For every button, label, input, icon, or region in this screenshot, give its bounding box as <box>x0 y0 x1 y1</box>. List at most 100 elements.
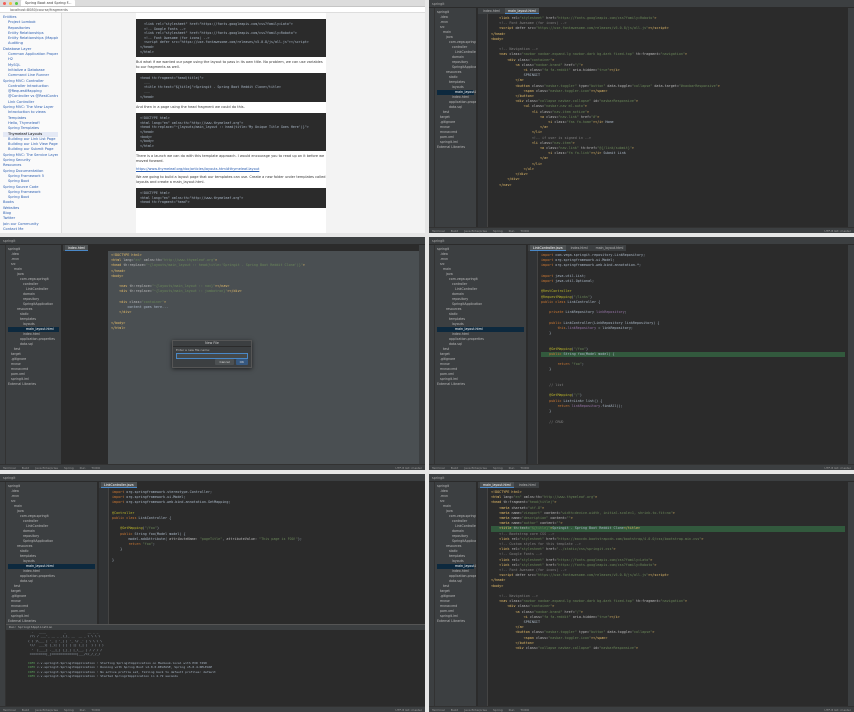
run-console[interactable]: Run: SpringitApplication . ____ _ __ _ _… <box>6 624 425 706</box>
project-name[interactable]: springit <box>432 2 444 6</box>
code-editor[interactable]: <link rel="stylesheet" href="https://fon… <box>488 14 848 227</box>
status-encoding[interactable]: UTF-8 Git: master <box>395 708 422 712</box>
console-header: Run: SpringitApplication <box>6 625 425 630</box>
ide-toolbar: springit <box>429 237 854 245</box>
minimize-window-icon[interactable] <box>9 1 12 5</box>
status-tool-button[interactable]: Java Enterprise <box>464 708 487 712</box>
ide-window-run: springit springit .idea .mvn src main java com… <box>0 474 425 712</box>
tree-item[interactable]: External Libraries <box>437 145 474 150</box>
status-tool-button[interactable]: Java Enterprise <box>464 229 487 233</box>
project-tree: springit .idea .mvn src main java com.vega.spr… <box>435 245 527 464</box>
cancel-button[interactable]: Cancel <box>215 359 234 365</box>
project-tree: springit .idea .mvn src main java com.vega.spr… <box>6 482 98 624</box>
status-bar: Terminal Build Java Enterprise Spring Run TOD… <box>0 464 425 470</box>
close-window-icon[interactable] <box>3 1 6 5</box>
status-tool-button[interactable]: TODO <box>91 708 100 712</box>
status-tool-button[interactable]: Run <box>80 466 86 470</box>
ok-button[interactable]: OK <box>235 359 248 365</box>
status-tool-button[interactable]: TODO <box>520 708 529 712</box>
code-editor[interactable]: import com.vega.springit.repository.Link… <box>538 251 848 464</box>
code-editor[interactable]: import org.springframework.stereotype.Co… <box>109 488 419 624</box>
status-tool-button[interactable]: Terminal <box>3 466 16 470</box>
browser-tab[interactable]: Spring Boot and Spring F... <box>21 0 76 6</box>
ide-window-layout-head: springit springit .idea .mvn src main java com… <box>429 474 854 712</box>
status-tool-button[interactable]: Spring <box>493 708 503 712</box>
status-tool-button[interactable]: Spring <box>64 466 74 470</box>
status-tool-button[interactable]: Java Enterprise <box>464 466 487 470</box>
tab-index-html[interactable]: index.html <box>65 245 88 251</box>
article-paragraph: We are going to build a layout page that… <box>136 175 326 185</box>
ide-toolbar: springit <box>0 474 425 482</box>
project-name[interactable]: springit <box>432 239 444 243</box>
status-tool-button[interactable]: Build <box>22 466 30 470</box>
ide-toolbar: springit <box>429 474 854 482</box>
right-tool-stripe <box>848 482 854 706</box>
code-block: <head th:fragment="head(title)"> ... <ti… <box>136 73 326 103</box>
article-paragraph: And then in a page using the head fragme… <box>136 105 245 110</box>
status-tool-button[interactable]: Spring <box>493 466 503 470</box>
status-tool-button[interactable]: Java Enterprise <box>35 708 58 712</box>
status-tool-button[interactable]: Run <box>509 466 515 470</box>
ide-toolbar: springit <box>0 237 425 245</box>
line-gutter <box>478 14 488 227</box>
project-tree: springit .idea .mvn src main java com.vega.spr… <box>435 8 477 227</box>
project-tree: springit .idea .mvn src main java com.vega.spr… <box>6 245 62 464</box>
tree-item[interactable]: External Libraries <box>437 619 474 624</box>
status-tool-button[interactable]: Build <box>451 466 459 470</box>
status-encoding[interactable]: UTF-8 Git: master <box>824 708 851 712</box>
new-file-dialog: New File Enter a new file name: Cancel O… <box>172 340 252 368</box>
course-sidebar-nav: Entities Project Lombok Repositories Entity… <box>0 13 62 233</box>
status-bar: Terminal Build Java Enterprise Spring Run TOD… <box>429 227 854 233</box>
project-name[interactable]: springit <box>3 239 15 243</box>
status-tool-button[interactable]: Run <box>80 708 86 712</box>
code-editor[interactable]: <!DOCTYPE html> <html lang="en" xmlns:th… <box>488 488 848 706</box>
project-name[interactable]: springit <box>432 476 444 480</box>
maximize-window-icon[interactable] <box>15 1 18 5</box>
right-tool-stripe <box>848 245 854 464</box>
code-block: <!DOCTYPE html> <html lang="en" xmlns:th… <box>136 188 326 209</box>
right-tool-stripe <box>419 245 425 464</box>
ide-window-layout: springit springit .idea .mvn src main java com… <box>429 0 854 233</box>
line-gutter <box>99 488 109 624</box>
status-tool-button[interactable]: TODO <box>520 229 529 233</box>
tree-item[interactable]: External Libraries <box>8 382 59 387</box>
status-tool-button[interactable]: Terminal <box>432 466 445 470</box>
code-block: <!DOCTYPE html> <html lang="en" xmlns:th… <box>136 113 326 152</box>
nav-item[interactable]: @Controller vs @RestController <box>3 94 58 99</box>
article-paragraph: There is a launch we can do with this te… <box>136 154 325 164</box>
status-tool-button[interactable]: Build <box>451 229 459 233</box>
status-encoding[interactable]: UTF-8 Git: master <box>395 466 422 470</box>
code-block: <link rel="stylesheet" href="https://fon… <box>136 19 326 58</box>
code-editor[interactable]: <!DOCTYPE html> <html lang="en" xmlns:th… <box>108 251 419 464</box>
status-encoding[interactable]: UTF-8 Git: master <box>824 229 851 233</box>
line-gutter <box>528 251 538 464</box>
status-tool-button[interactable]: Java Enterprise <box>35 466 58 470</box>
status-tool-button[interactable]: TODO <box>91 466 100 470</box>
nav-item[interactable]: Building our Submit Page <box>3 147 58 152</box>
project-tree: springit .idea .mvn src main java com.vega.spr… <box>435 482 477 706</box>
ide-window-controller: springit springit .idea .mvn src main java com… <box>429 237 854 470</box>
status-tool-button[interactable]: Spring <box>493 229 503 233</box>
status-tool-button[interactable]: Build <box>22 708 30 712</box>
article-content: <link rel="stylesheet" href="https://fon… <box>136 13 326 233</box>
tree-item[interactable]: External Libraries <box>437 382 524 387</box>
browser-tab-bar: Spring Boot and Spring F... <box>0 0 425 7</box>
article-paragraph: But what if we wanted our page using the… <box>136 60 323 70</box>
thymeleaf-layout-link[interactable]: https://www.thymeleaf.org/doc/articles/l… <box>136 167 326 172</box>
ide-window-index: springit springit .idea .mvn src main java com… <box>0 237 425 470</box>
status-tool-button[interactable]: Terminal <box>432 708 445 712</box>
project-name[interactable]: springit <box>3 476 15 480</box>
status-encoding[interactable]: UTF-8 Git: master <box>824 466 851 470</box>
status-tool-button[interactable]: Terminal <box>432 229 445 233</box>
status-tool-button[interactable]: Build <box>451 708 459 712</box>
status-tool-button[interactable]: TODO <box>520 466 529 470</box>
editor-tabs: index.html <box>63 245 88 251</box>
status-tool-button[interactable]: Terminal <box>3 708 16 712</box>
nav-item[interactable]: Contact Me <box>3 227 58 232</box>
line-gutter <box>478 488 488 706</box>
status-bar: Terminal Build Java Enterprise Spring Run TOD… <box>429 464 854 470</box>
status-tool-button[interactable]: Run <box>509 229 515 233</box>
status-tool-button[interactable]: Spring <box>64 708 74 712</box>
status-tool-button[interactable]: Run <box>509 708 515 712</box>
browser-window: Spring Boot and Spring F... localhost:80… <box>0 0 425 233</box>
